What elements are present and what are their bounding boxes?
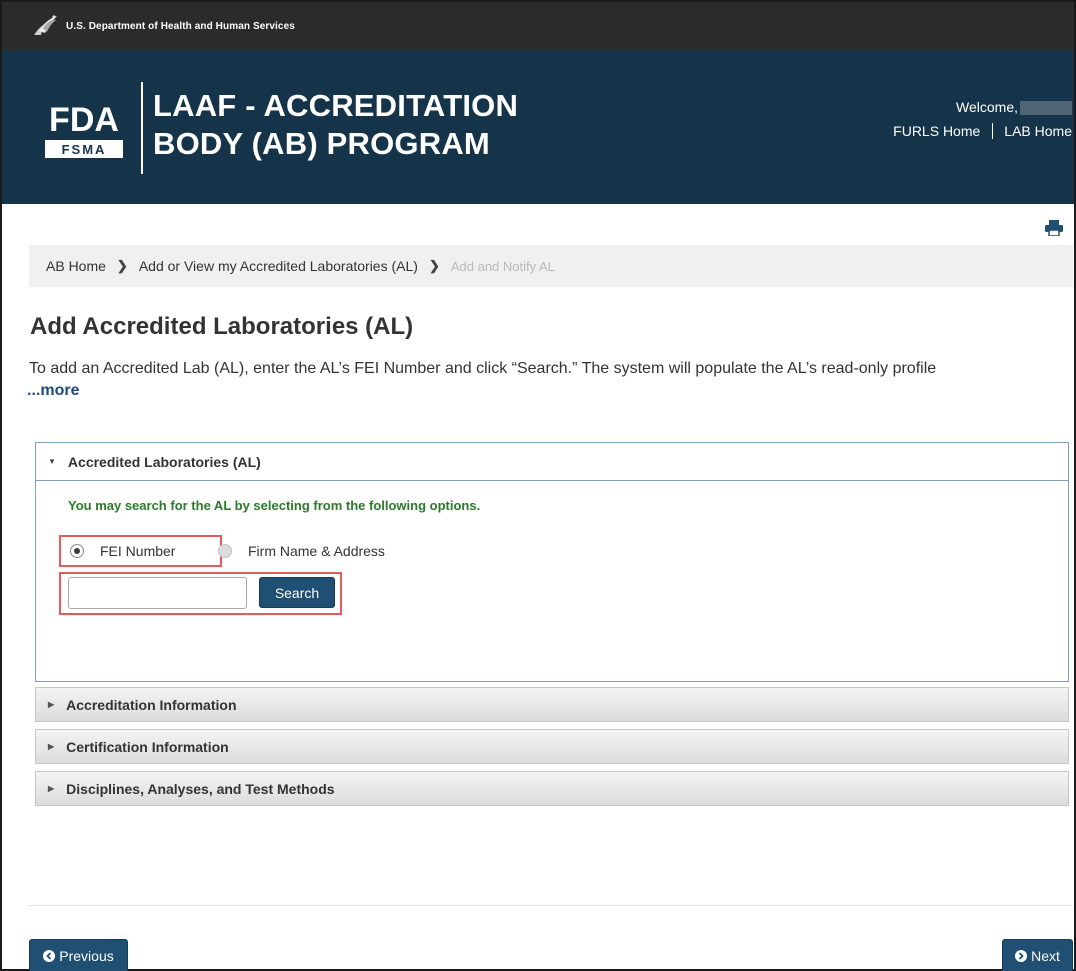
breadcrumb-ab-home[interactable]: AB Home xyxy=(46,258,106,274)
firm-name-address-label: Firm Name & Address xyxy=(248,543,385,559)
svg-text:FDA: FDA xyxy=(49,101,119,139)
disciplines-title: Disciplines, Analyses, and Test Methods xyxy=(66,780,335,797)
program-banner: FDA FSMA LAAF - ACCREDITATION BODY (AB) … xyxy=(2,50,1074,204)
accredited-labs-panel-header[interactable]: ▼ Accredited Laboratories (AL) xyxy=(36,443,1068,481)
welcome-label: Welcome, xyxy=(956,99,1018,115)
home-links: FURLS Home LAB Home xyxy=(893,123,1072,139)
accredited-labs-panel: ▼ Accredited Laboratories (AL) You may s… xyxy=(35,442,1069,682)
chevron-left-circle-icon xyxy=(43,950,56,962)
fei-number-input[interactable] xyxy=(68,577,247,609)
chevron-right-circle-icon xyxy=(1015,950,1028,962)
firm-name-address-radio[interactable] xyxy=(218,544,232,558)
fei-number-label: FEI Number xyxy=(100,543,176,559)
fda-fsma-logo: FDA FSMA xyxy=(45,101,123,158)
intro-text: To add an Accredited Lab (AL), enter the… xyxy=(29,360,937,377)
welcome-message: Welcome, xyxy=(956,99,1072,116)
accredited-labs-panel-title: Accredited Laboratories (AL) xyxy=(67,453,261,470)
next-label: Next xyxy=(1031,948,1060,964)
breadcrumb: AB Home ❯ Add or View my Accredited Labo… xyxy=(29,245,1073,287)
breadcrumb-current: Add and Notify AL xyxy=(450,258,555,274)
redacted-user-name xyxy=(1020,101,1072,116)
link-separator xyxy=(992,123,994,139)
accreditation-information-title: Accreditation Information xyxy=(66,696,237,713)
page-title: Add Accredited Laboratories (AL) xyxy=(30,313,414,340)
fei-number-radio[interactable] xyxy=(70,544,84,558)
breadcrumb-chevron-icon: ❯ xyxy=(428,258,440,273)
search-button[interactable]: Search xyxy=(259,577,335,608)
print-icon[interactable] xyxy=(1045,220,1063,236)
banner-divider xyxy=(141,82,143,174)
breadcrumb-chevron-icon: ❯ xyxy=(116,258,128,273)
furls-home-link[interactable]: FURLS Home xyxy=(893,123,980,139)
caret-right-icon: ▶ xyxy=(48,742,55,751)
breadcrumb-accredited-labs[interactable]: Add or View my Accredited Laboratories (… xyxy=(139,258,418,274)
hhs-eagle-icon xyxy=(34,15,57,35)
caret-right-icon: ▶ xyxy=(48,784,55,793)
certification-information-title: Certification Information xyxy=(66,738,229,755)
program-title-line-2: BODY (AB) PROGRAM xyxy=(153,126,490,161)
program-title: LAAF - ACCREDITATION BODY (AB) PROGRAM xyxy=(153,87,518,163)
search-hint: You may search for the AL by selecting f… xyxy=(68,498,481,513)
hhs-top-bar: U.S. Department of Health and Human Serv… xyxy=(2,2,1074,50)
previous-label: Previous xyxy=(59,948,114,964)
hhs-department-label: U.S. Department of Health and Human Serv… xyxy=(66,20,295,32)
accreditation-information-panel[interactable]: ▶ Accreditation Information xyxy=(35,687,1069,722)
disciplines-panel[interactable]: ▶ Disciplines, Analyses, and Test Method… xyxy=(35,771,1069,806)
next-button[interactable]: Next xyxy=(1002,939,1073,971)
caret-right-icon: ▶ xyxy=(48,700,55,709)
caret-down-icon: ▼ xyxy=(48,457,56,466)
svg-text:FSMA: FSMA xyxy=(62,142,107,157)
more-link[interactable]: ...more xyxy=(27,382,79,400)
footer-divider xyxy=(29,905,1073,906)
certification-information-panel[interactable]: ▶ Certification Information xyxy=(35,729,1069,764)
program-title-line-1: LAAF - ACCREDITATION xyxy=(153,88,519,123)
previous-button[interactable]: Previous xyxy=(29,939,128,971)
lab-home-link[interactable]: LAB Home xyxy=(1004,123,1072,139)
